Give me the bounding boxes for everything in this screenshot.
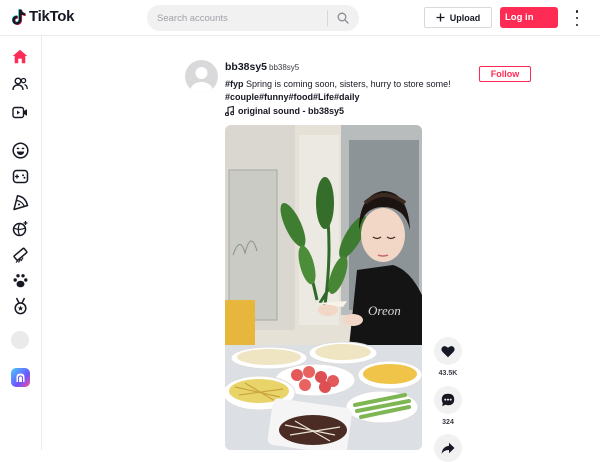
sidebar-item-gaming[interactable]: [10, 166, 30, 186]
tiktok-note-icon: [12, 8, 26, 25]
login-label: Log in: [505, 12, 534, 23]
upload-button[interactable]: Upload: [424, 7, 492, 28]
sidebar-item-live[interactable]: [10, 102, 30, 122]
comment-button[interactable]: [434, 386, 462, 414]
sidebar-effect-icon[interactable]: [11, 368, 30, 387]
beauty-icon: [12, 247, 28, 263]
sound-title: original sound - bb38sy5: [238, 106, 345, 116]
sidebar-item-home[interactable]: [10, 46, 30, 66]
share-button[interactable]: [434, 434, 462, 462]
logo-text: TikTok: [29, 8, 75, 25]
share-action: [434, 434, 462, 462]
comment-action: 324: [434, 386, 462, 426]
video-caption: #fyp Spring is coming soon, sisters, hur…: [225, 78, 485, 104]
follow-button[interactable]: Follow: [479, 66, 531, 82]
tiktok-logo[interactable]: TikTok: [12, 8, 74, 25]
upload-label: Upload: [449, 12, 481, 23]
music-note-icon: [225, 106, 234, 116]
login-button[interactable]: Log in: [500, 7, 558, 28]
comment-count: 324: [442, 419, 454, 426]
sidebar-item-achievement[interactable]: [10, 296, 30, 316]
sidebar-item-following[interactable]: [10, 74, 30, 94]
food-icon: [12, 194, 28, 210]
sidebar-item-comedy[interactable]: [10, 140, 30, 160]
sidebar-item-animals[interactable]: [10, 270, 30, 290]
following-icon: [12, 77, 28, 91]
caption-text: Spring is coming soon, sisters, hurry to…: [243, 79, 451, 89]
search-button[interactable]: [328, 5, 358, 31]
home-icon: [12, 49, 28, 63]
follow-label: Follow: [490, 69, 520, 79]
like-button[interactable]: [434, 337, 462, 365]
hashtag-list[interactable]: #couple#funny#food#Life#daily: [225, 92, 360, 102]
search-input[interactable]: [147, 12, 327, 24]
search-icon: [337, 12, 349, 24]
comment-icon: [441, 393, 455, 407]
comedy-icon: [11, 141, 29, 159]
sound-link[interactable]: original sound - bb38sy5: [225, 106, 344, 116]
video-player[interactable]: Oreon: [225, 125, 422, 450]
animals-icon: [13, 273, 27, 287]
more-menu-button[interactable]: [572, 10, 582, 26]
heart-icon: [441, 345, 455, 357]
plus-icon: [436, 13, 445, 22]
author-username[interactable]: bb38sy5: [225, 61, 267, 73]
like-action: 43.5K: [434, 337, 462, 377]
hashtag-fyp[interactable]: #fyp: [225, 79, 244, 89]
sidebar-item-beauty[interactable]: [10, 244, 30, 264]
more-dot-icon: [575, 16, 579, 20]
share-icon: [441, 442, 455, 454]
top-bar: TikTok Upload Log in: [0, 0, 600, 36]
gaming-icon: [12, 169, 28, 183]
sidebar: [0, 36, 42, 450]
like-count: 43.5K: [438, 370, 458, 377]
more-dot-icon: [575, 23, 579, 26]
sidebar-placeholder-avatar[interactable]: [11, 331, 29, 349]
author-avatar[interactable]: [185, 60, 218, 93]
achievement-icon: [13, 297, 27, 315]
default-avatar-icon: [190, 67, 213, 93]
effect-house-icon: [16, 373, 25, 382]
sidebar-item-food[interactable]: [10, 192, 30, 212]
sports-icon: [12, 220, 27, 236]
sidebar-item-sports[interactable]: [10, 218, 30, 238]
svg-text:Oreon: Oreon: [368, 303, 401, 318]
author-nickname[interactable]: bb38sy5: [269, 63, 299, 72]
search-bar: [147, 5, 359, 31]
video-frame: Oreon: [225, 125, 422, 450]
live-icon: [12, 106, 27, 118]
more-dot-icon: [575, 10, 579, 13]
